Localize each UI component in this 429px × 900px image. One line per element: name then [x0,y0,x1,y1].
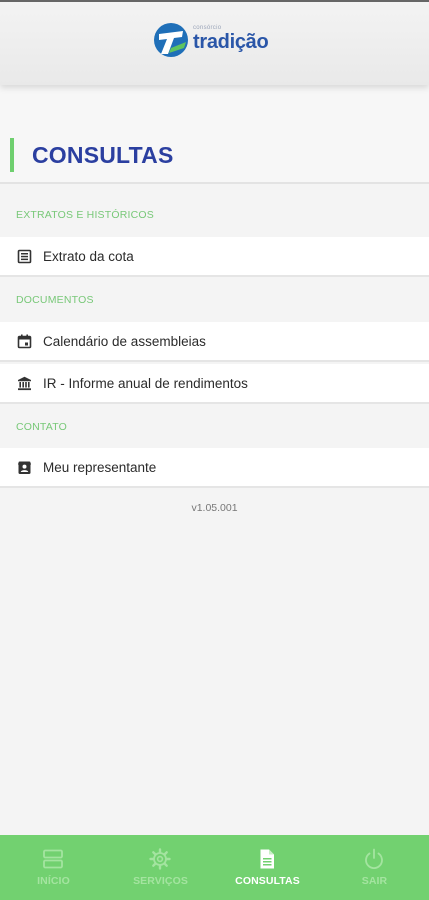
home-icon [43,849,63,869]
menu-item-informe-rendimentos[interactable]: IR - Informe anual de rendimentos [0,364,429,404]
brand-logo: consórcio tradição [153,22,283,62]
bank-icon [18,376,31,391]
menu-item-label: Calendário de assembleias [43,334,206,349]
title-accent-bar [10,138,14,172]
contact-card-icon [18,461,31,474]
menu-item-extrato-da-cota[interactable]: Extrato da cota [0,237,429,277]
nav-item-servicos[interactable]: SERVIÇOS [107,835,214,900]
menu-item-calendario-assembleias[interactable]: Calendário de assembleias [0,322,429,362]
page-title-panel: CONSULTAS [0,85,429,184]
menu-item-label: Meu representante [43,460,157,475]
logo-mark-icon [154,23,188,57]
nav-label: INÍCIO [37,875,70,887]
nav-item-sair[interactable]: SAIR [321,835,428,900]
menu-item-meu-representante[interactable]: Meu representante [0,448,429,488]
app-header: consórcio tradição [0,0,429,85]
menu-item-label: Extrato da cota [43,249,134,264]
list-icon [17,249,32,264]
nav-label: SERVIÇOS [133,875,188,887]
gear-icon [149,848,171,870]
bottom-navigation: INÍCIO SERVIÇOS CONSULTAS SAIR [0,835,429,900]
section-label-documentos: DOCUMENTOS [16,294,94,306]
section-label-contato: CONTATO [16,421,67,433]
nav-item-inicio[interactable]: INÍCIO [0,835,107,900]
nav-label: SAIR [361,875,388,887]
power-icon [365,848,383,870]
page-title: CONSULTAS [32,142,174,168]
nav-item-consultas[interactable]: CONSULTAS [214,835,321,900]
app-version: v1.05.001 [191,502,238,514]
logo-wordmark: tradição [193,31,269,53]
calendar-icon [17,334,32,349]
section-label-extratos: EXTRATOS E HISTÓRICOS [16,209,154,221]
menu-item-label: IR - Informe anual de rendimentos [43,376,248,391]
nav-label: CONSULTAS [235,875,300,887]
document-icon [260,849,274,869]
